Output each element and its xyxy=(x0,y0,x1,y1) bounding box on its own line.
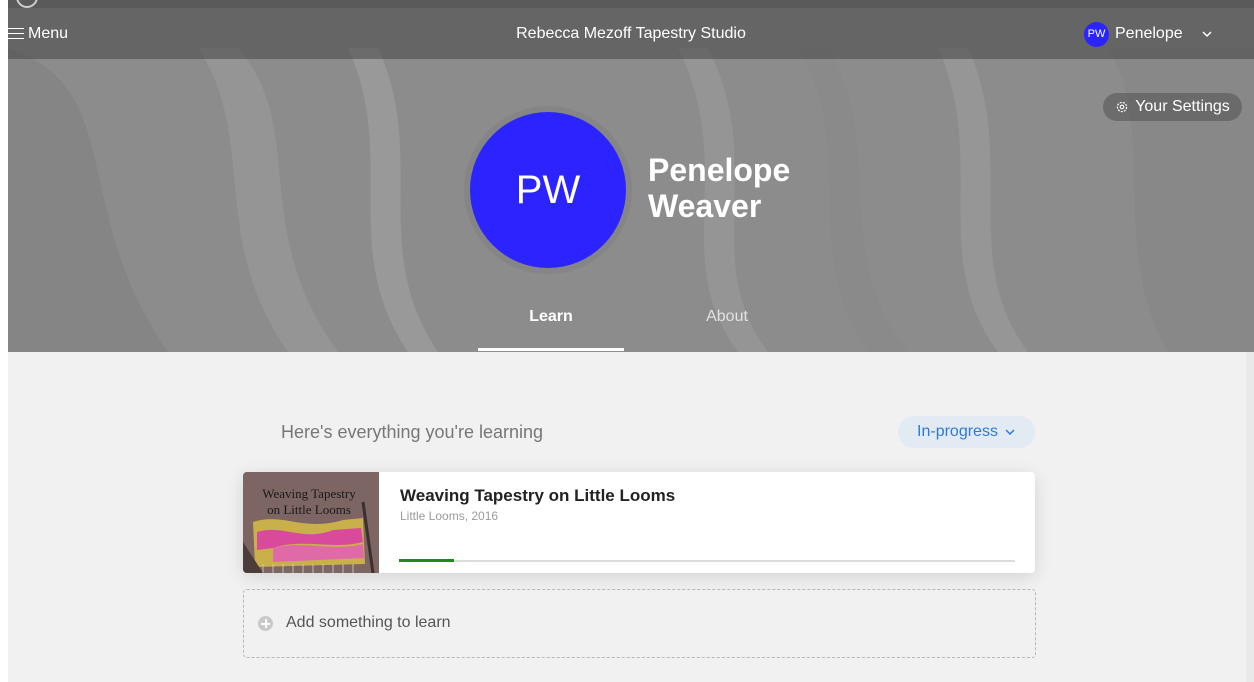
user-avatar: PW xyxy=(1084,21,1109,47)
page: Menu Rebecca Mezoff Tapestry Studio PW P… xyxy=(8,0,1254,682)
chevron-down-icon xyxy=(1202,31,1212,38)
your-settings-button[interactable]: Your Settings xyxy=(1103,93,1242,121)
user-menu-button[interactable]: PW Penelope xyxy=(1084,20,1213,48)
site-title: Rebecca Mezoff Tapestry Studio xyxy=(516,25,746,42)
course-title: Weaving Tapestry on Little Looms xyxy=(400,486,676,505)
active-tab-indicator xyxy=(478,348,624,351)
profile-hero: Menu Rebecca Mezoff Tapestry Studio PW P… xyxy=(8,8,1254,352)
course-thumbnail: Weaving Tapestry on Little Looms xyxy=(243,472,379,573)
thumb-title-line1: Weaving Tapestry xyxy=(262,486,356,501)
top-strip xyxy=(8,0,1254,8)
profile-avatar: PW xyxy=(470,112,626,268)
add-label: Add something to learn xyxy=(286,614,451,631)
gear-icon xyxy=(1117,101,1128,113)
profile-first-name: Penelope xyxy=(648,152,791,188)
hero-background xyxy=(8,8,1254,352)
user-name: Penelope xyxy=(1115,25,1183,42)
tab-about[interactable]: About xyxy=(654,308,800,351)
logo-icon xyxy=(16,0,38,8)
plus-circle-icon xyxy=(258,616,273,631)
settings-label: Your Settings xyxy=(1135,98,1230,115)
scrollbar-track[interactable] xyxy=(1246,352,1254,682)
status-filter-dropdown[interactable]: In-progress xyxy=(898,416,1035,448)
course-card[interactable]: Weaving Tapestry on Little Looms Weaving… xyxy=(243,472,1035,573)
course-progress-fill xyxy=(399,559,455,562)
menu-button[interactable]: Menu xyxy=(8,8,68,59)
filter-label: In-progress xyxy=(917,423,998,440)
tab-learn-label: Learn xyxy=(529,308,573,325)
course-progress-bar xyxy=(399,559,1015,562)
top-nav: Menu Rebecca Mezoff Tapestry Studio PW P… xyxy=(8,8,1254,59)
tab-about-label: About xyxy=(706,308,748,325)
thumb-title-line2: on Little Looms xyxy=(267,502,351,517)
tab-learn[interactable]: Learn xyxy=(478,308,624,351)
profile-name: Penelope Weaver xyxy=(648,152,848,224)
hamburger-icon xyxy=(8,27,24,40)
menu-label: Menu xyxy=(28,24,69,42)
chevron-down-icon xyxy=(1005,429,1015,436)
profile-last-name: Weaver xyxy=(648,188,762,224)
learning-heading: Here's everything you're learning xyxy=(281,422,544,442)
add-something-to-learn-button[interactable]: Add something to learn xyxy=(243,589,1036,658)
course-subtitle: Little Looms, 2016 xyxy=(400,509,499,523)
